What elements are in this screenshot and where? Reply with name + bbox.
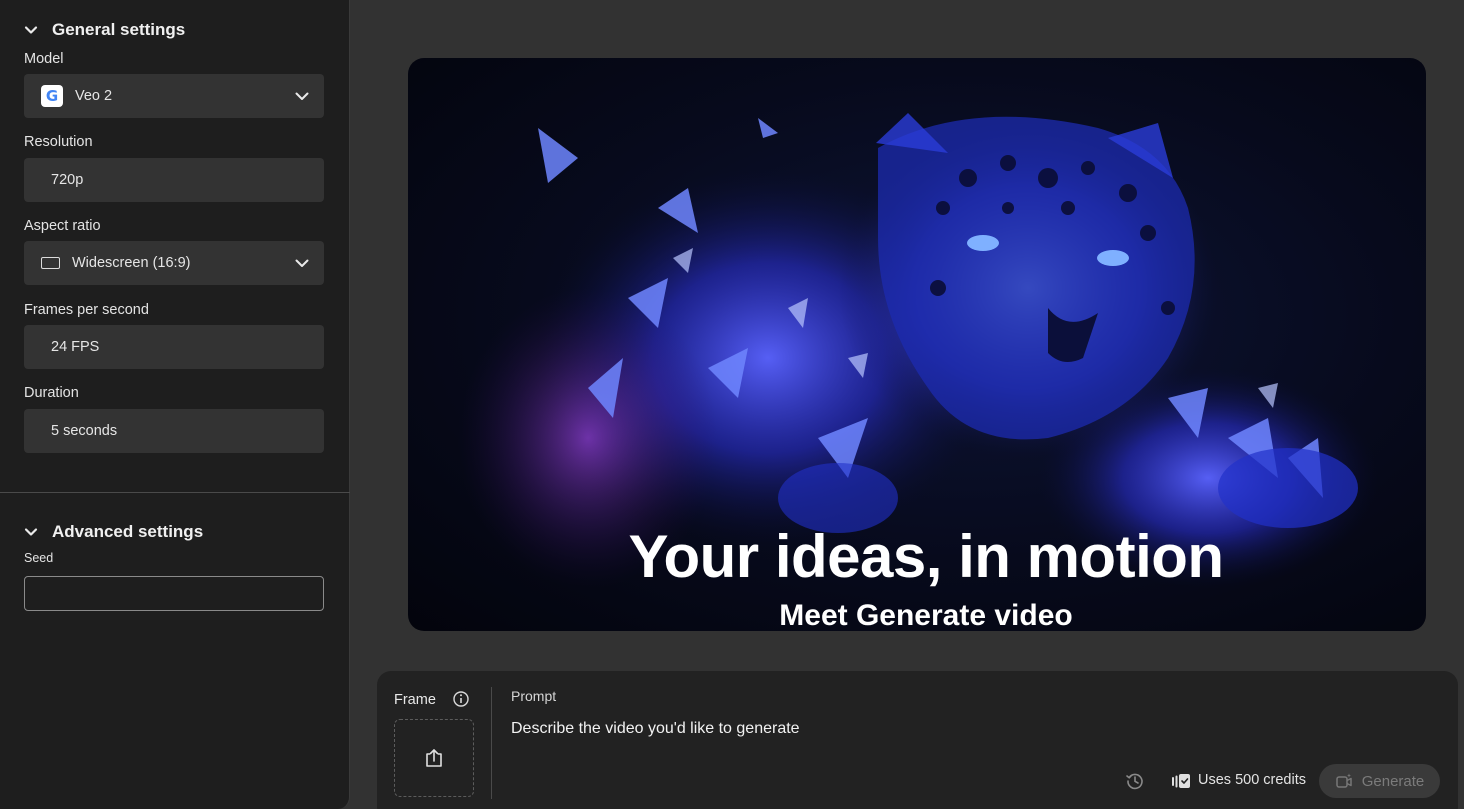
section-divider (0, 492, 350, 493)
fps-value: 24 FPS (51, 339, 100, 355)
aspect-ratio-value: Widescreen (16:9) (72, 255, 191, 271)
credits-text: Uses 500 credits (1198, 772, 1306, 788)
prompt-label: Prompt (511, 688, 557, 704)
general-settings-heading: General settings (52, 20, 186, 39)
general-settings-toggle[interactable]: General settings (24, 20, 185, 40)
chevron-down-icon (295, 259, 309, 267)
duration-field[interactable]: 5 seconds (24, 409, 324, 453)
chevron-down-icon (295, 92, 309, 100)
sparkle-video-icon (1335, 773, 1352, 788)
upload-icon (426, 749, 442, 767)
chevron-down-icon (24, 528, 38, 536)
settings-sidebar: General settings Model G Veo 2 Resolutio… (0, 0, 350, 809)
generate-button[interactable]: Generate (1319, 764, 1440, 798)
duration-value: 5 seconds (51, 423, 118, 439)
model-value: Veo 2 (75, 88, 113, 104)
credits-icon (1172, 774, 1190, 788)
seed-input[interactable] (24, 576, 324, 611)
hero-subtitle: Meet Generate video (779, 599, 1073, 631)
resolution-field[interactable]: 720p (24, 158, 324, 202)
chevron-down-icon (24, 26, 38, 34)
google-logo-icon: G (41, 85, 63, 107)
prompt-panel: Frame Prompt Uses 500 credits (377, 671, 1458, 809)
history-icon[interactable] (1125, 771, 1145, 791)
info-icon[interactable] (452, 690, 470, 708)
hero-banner: Your ideas, in motion Meet Generate vide… (408, 58, 1426, 631)
aspect-ratio-select[interactable]: Widescreen (16:9) (24, 241, 324, 285)
duration-label: Duration (24, 385, 79, 401)
widescreen-icon (41, 257, 60, 269)
hero-title: Your ideas, in motion (628, 523, 1224, 590)
panel-separator (491, 687, 492, 799)
app-window: General settings Model G Veo 2 Resolutio… (0, 0, 1464, 809)
frame-upload-dropzone[interactable] (394, 719, 474, 797)
resolution-value: 720p (51, 172, 84, 188)
prompt-input[interactable] (511, 717, 1311, 741)
advanced-settings-heading: Advanced settings (52, 522, 204, 541)
aspect-ratio-label: Aspect ratio (24, 218, 101, 234)
frame-label: Frame (394, 692, 436, 708)
model-label: Model (24, 51, 64, 67)
generate-label: Generate (1361, 772, 1425, 790)
fps-field[interactable]: 24 FPS (24, 325, 324, 369)
resolution-label: Resolution (24, 134, 93, 150)
seed-label: Seed (24, 551, 54, 565)
model-select[interactable]: G Veo 2 (24, 74, 324, 118)
advanced-settings-toggle[interactable]: Advanced settings (24, 522, 203, 542)
fps-label: Frames per second (24, 302, 149, 318)
